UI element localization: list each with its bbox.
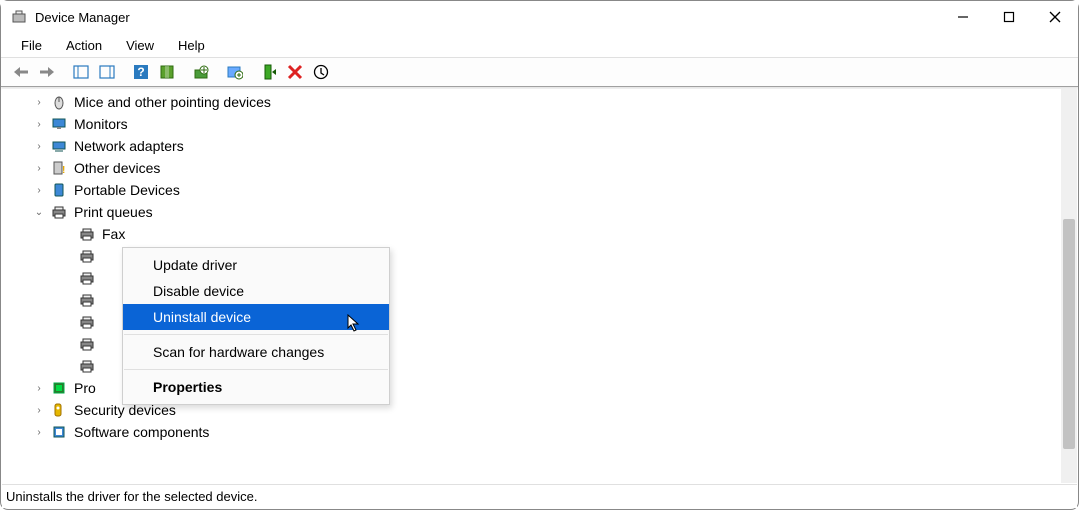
tree-label: Network adapters — [74, 138, 184, 154]
expander-icon[interactable]: › — [32, 95, 46, 109]
expander-icon[interactable]: › — [32, 139, 46, 153]
cm-separator — [124, 334, 388, 335]
expander-icon[interactable]: › — [32, 183, 46, 197]
menu-view[interactable]: View — [116, 36, 164, 55]
disable-device-button[interactable] — [309, 60, 333, 84]
cm-scan-hardware[interactable]: Scan for hardware changes — [123, 339, 389, 365]
close-button[interactable] — [1032, 1, 1078, 33]
tree-label: Monitors — [74, 116, 128, 132]
network-icon — [50, 137, 68, 155]
enable-device-button[interactable] — [257, 60, 281, 84]
svg-text:!: ! — [62, 165, 65, 176]
tree-row[interactable]: ›! Other devices — [2, 157, 1077, 179]
printer-icon — [78, 269, 96, 287]
cm-disable-device[interactable]: Disable device — [123, 278, 389, 304]
forward-button[interactable] — [35, 60, 59, 84]
uninstall-device-button[interactable] — [283, 60, 307, 84]
mouse-icon — [50, 93, 68, 111]
minimize-button[interactable] — [940, 1, 986, 33]
scrollbar-thumb[interactable] — [1063, 219, 1075, 449]
tree-label: Print queues — [74, 204, 153, 220]
statusbar-text: Uninstalls the driver for the selected d… — [6, 489, 257, 504]
portable-icon — [50, 181, 68, 199]
tree-row[interactable]: › Mice and other pointing devices — [2, 91, 1077, 113]
svg-text:?: ? — [137, 65, 144, 79]
cm-uninstall-device[interactable]: Uninstall device — [123, 304, 389, 330]
tree-row[interactable]: ⌄ Print queues — [2, 201, 1077, 223]
scan-hardware-button[interactable] — [223, 60, 247, 84]
menubar: File Action View Help — [1, 33, 1078, 57]
menu-file[interactable]: File — [11, 36, 52, 55]
properties-button[interactable] — [155, 60, 179, 84]
tree-label: Mice and other pointing devices — [74, 94, 271, 110]
software-icon — [50, 423, 68, 441]
security-icon — [50, 401, 68, 419]
maximize-button[interactable] — [986, 1, 1032, 33]
tree-label: Pro — [74, 380, 96, 396]
tree-label: Software components — [74, 424, 209, 440]
printer-icon — [78, 291, 96, 309]
printer-icon — [78, 247, 96, 265]
app-icon — [11, 9, 27, 25]
help-button[interactable]: ? — [129, 60, 153, 84]
cm-update-driver[interactable]: Update driver — [123, 252, 389, 278]
tree-row[interactable]: › Software components — [2, 421, 1077, 443]
update-driver-button[interactable] — [189, 60, 213, 84]
tree-label: Fax — [102, 226, 125, 242]
window-title: Device Manager — [35, 10, 130, 25]
tree-row[interactable]: › Portable Devices — [2, 179, 1077, 201]
expander-icon[interactable]: › — [32, 381, 46, 395]
menu-help[interactable]: Help — [168, 36, 215, 55]
printer-icon — [78, 357, 96, 375]
cm-separator — [124, 369, 388, 370]
context-menu: Update driver Disable device Uninstall d… — [122, 247, 390, 405]
printer-icon — [78, 335, 96, 353]
tree-row[interactable]: › Network adapters — [2, 135, 1077, 157]
expander-icon[interactable]: › — [32, 117, 46, 131]
device-tree-pane: › Mice and other pointing devices › Monitor… — [2, 89, 1077, 483]
monitor-icon — [50, 115, 68, 133]
titlebar: Device Manager — [1, 1, 1078, 33]
expander-icon[interactable]: › — [32, 161, 46, 175]
other-icon: ! — [50, 159, 68, 177]
printer-icon — [78, 313, 96, 331]
window-buttons — [940, 1, 1078, 33]
show-hide-console-button[interactable] — [69, 60, 93, 84]
expander-icon[interactable]: ⌄ — [32, 205, 46, 219]
toolbar: ? — [1, 57, 1078, 87]
tree-label: Other devices — [74, 160, 160, 176]
tree-row[interactable]: Fax — [2, 223, 1077, 245]
cm-properties[interactable]: Properties — [123, 374, 389, 400]
tree-row[interactable]: › Monitors — [2, 113, 1077, 135]
processor-icon — [50, 379, 68, 397]
vertical-scrollbar[interactable] — [1061, 89, 1077, 483]
show-hide-action-pane-button[interactable] — [95, 60, 119, 84]
printer-icon — [78, 225, 96, 243]
printer-icon — [50, 203, 68, 221]
expander-icon[interactable]: › — [32, 425, 46, 439]
menu-action[interactable]: Action — [56, 36, 112, 55]
tree-label: Portable Devices — [74, 182, 180, 198]
expander-icon[interactable]: › — [32, 403, 46, 417]
statusbar: Uninstalls the driver for the selected d… — [2, 484, 1077, 508]
back-button[interactable] — [9, 60, 33, 84]
